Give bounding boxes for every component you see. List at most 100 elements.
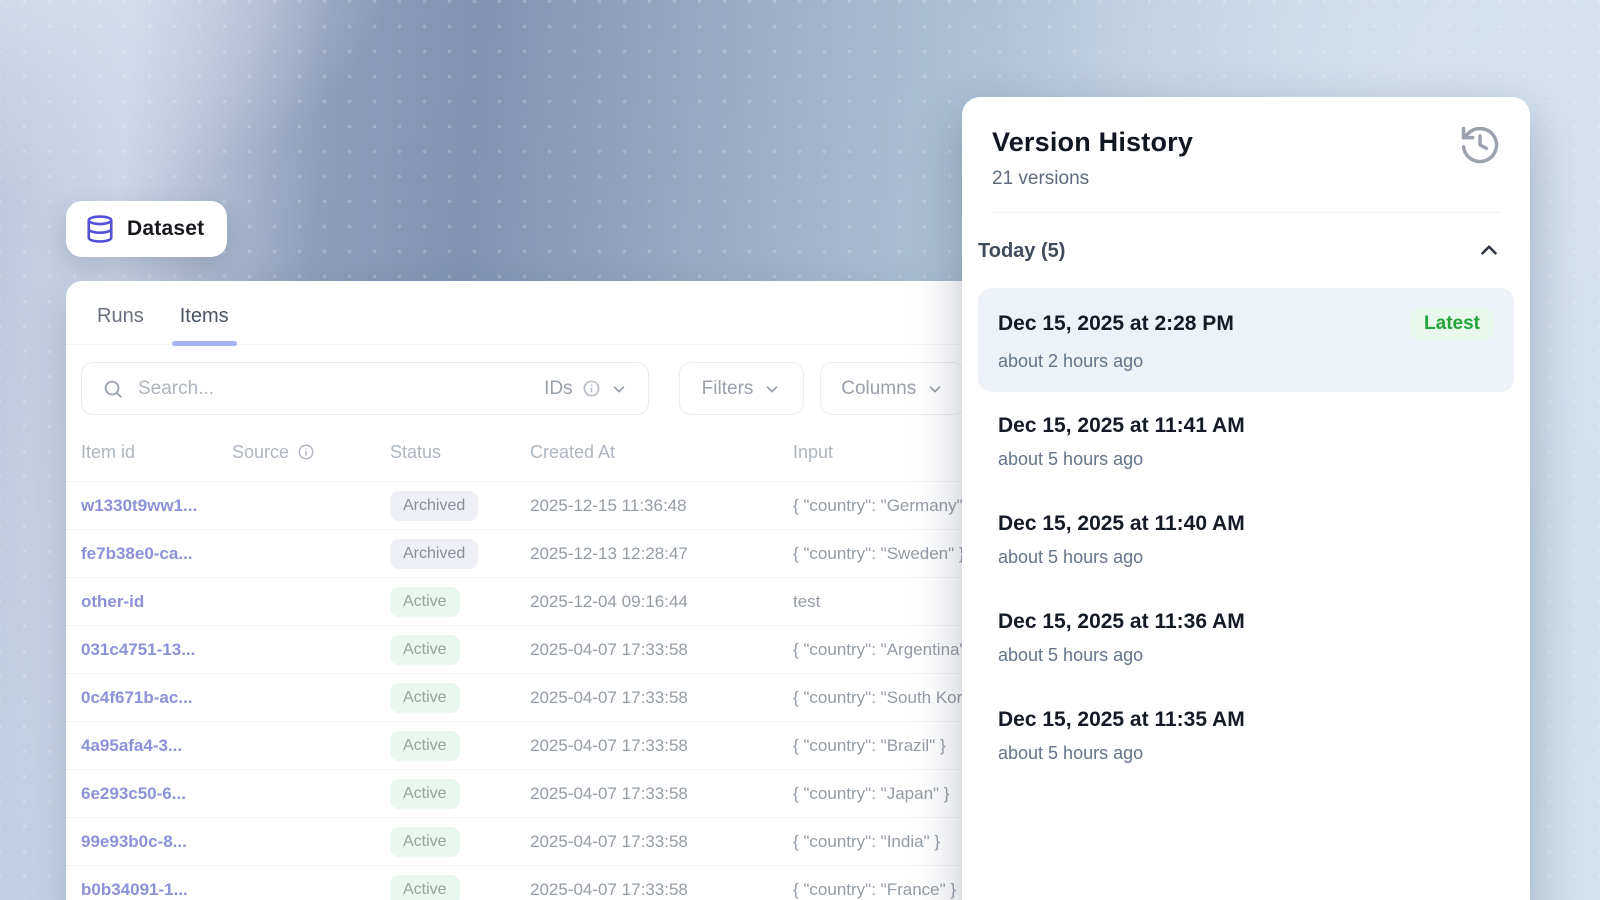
item-id-link[interactable]: fe7b38e0-ca... — [81, 544, 232, 564]
input-cell: { "country": "Japan" } — [793, 784, 980, 804]
table-row: 0c4f671b-ac... Active 2025-04-07 17:33:5… — [66, 673, 980, 721]
tab-bar: Runs Items — [66, 281, 980, 345]
item-id-link[interactable]: other-id — [81, 592, 232, 612]
version-relative-time: about 5 hours ago — [998, 743, 1494, 764]
info-icon — [297, 443, 315, 461]
tab[interactable]: Items — [178, 295, 231, 344]
input-cell: { "country": "France" } — [793, 880, 980, 900]
created-at-cell: 2025-12-04 09:16:44 — [530, 592, 793, 612]
created-at-cell: 2025-04-07 17:33:58 — [530, 736, 793, 756]
status-cell: Active — [390, 731, 530, 761]
version-timestamp: Dec 15, 2025 at 11:36 AM — [998, 610, 1245, 634]
version-group-label: Today (5) — [978, 240, 1065, 263]
column-header-item-id: Item id — [81, 442, 232, 463]
tab[interactable]: Runs — [95, 295, 146, 344]
divider — [992, 212, 1500, 213]
version-timestamp: Dec 15, 2025 at 11:35 AM — [998, 708, 1245, 732]
status-cell: Active — [390, 683, 530, 713]
version-list-item[interactable]: Dec 15, 2025 at 2:28 PM Latest about 2 h… — [978, 288, 1514, 392]
status-badge: Active — [390, 875, 460, 900]
info-icon — [582, 379, 601, 398]
chevron-down-icon — [926, 380, 944, 398]
status-badge: Active — [390, 731, 460, 761]
item-id-link[interactable]: 99e93b0c-8... — [81, 832, 232, 852]
item-id-link[interactable]: 4a95afa4-3... — [81, 736, 232, 756]
version-history-title: Version History — [992, 127, 1500, 158]
created-at-cell: 2025-12-15 11:36:48 — [530, 496, 793, 516]
version-relative-time: about 2 hours ago — [998, 351, 1494, 372]
status-cell: Archived — [390, 491, 530, 521]
version-timestamp: Dec 15, 2025 at 11:40 AM — [998, 512, 1245, 536]
input-cell: { "country": "Germany" } — [793, 496, 980, 516]
input-cell: { "country": "Argentina" } — [793, 640, 980, 660]
version-list-item[interactable]: Dec 15, 2025 at 11:40 AM about 5 hours a… — [978, 492, 1514, 588]
version-list-item[interactable]: Dec 15, 2025 at 11:36 AM about 5 hours a… — [978, 590, 1514, 686]
chevron-down-icon — [610, 380, 628, 398]
version-timestamp: Dec 15, 2025 at 2:28 PM — [998, 312, 1234, 336]
status-badge: Active — [390, 635, 460, 665]
created-at-cell: 2025-04-07 17:33:58 — [530, 880, 793, 900]
input-cell: test — [793, 592, 980, 612]
table-row: other-id Active 2025-12-04 09:16:44 test — [66, 577, 980, 625]
dataset-badge: Dataset — [66, 201, 227, 257]
input-cell: { "country": "Sweden" } — [793, 544, 980, 564]
database-icon — [85, 214, 115, 244]
item-id-link[interactable]: b0b34091-1... — [81, 880, 232, 900]
search-scope-label: IDs — [544, 378, 573, 400]
version-count: 21 versions — [992, 168, 1500, 190]
collapse-group-button[interactable] — [1472, 233, 1506, 270]
version-list-item[interactable]: Dec 15, 2025 at 11:41 AM about 5 hours a… — [978, 394, 1514, 490]
version-history-header: Version History 21 versions — [962, 97, 1530, 213]
history-icon — [1458, 123, 1502, 167]
filters-button[interactable]: Filters — [679, 362, 805, 415]
status-cell: Active — [390, 827, 530, 857]
item-id-link[interactable]: 6e293c50-6... — [81, 784, 232, 804]
item-id-link[interactable]: w1330t9ww1... — [81, 496, 232, 516]
version-relative-time: about 5 hours ago — [998, 547, 1494, 568]
version-relative-time: about 5 hours ago — [998, 645, 1494, 666]
search-scope-dropdown[interactable]: IDs — [544, 378, 628, 400]
table-row: 99e93b0c-8... Active 2025-04-07 17:33:58… — [66, 817, 980, 865]
created-at-cell: 2025-04-07 17:33:58 — [530, 832, 793, 852]
columns-button[interactable]: Columns — [820, 362, 965, 415]
search-input-container: IDs — [81, 362, 649, 415]
version-list: Dec 15, 2025 at 2:28 PM Latest about 2 h… — [962, 270, 1530, 784]
status-badge: Active — [390, 827, 460, 857]
version-history-panel: Version History 21 versions Today (5) — [962, 97, 1530, 900]
version-list-item[interactable]: Dec 15, 2025 at 11:35 AM about 5 hours a… — [978, 688, 1514, 784]
input-cell: { "country": "Brazil" } — [793, 736, 980, 756]
filters-button-label: Filters — [702, 378, 754, 400]
table-row: 4a95afa4-3... Active 2025-04-07 17:33:58… — [66, 721, 980, 769]
column-header-input: Input — [793, 442, 980, 463]
chevron-up-icon — [1476, 237, 1502, 263]
column-header-source: Source — [232, 442, 390, 463]
items-panel: Runs Items IDs — [66, 281, 980, 900]
table-row: 031c4751-13... Active 2025-04-07 17:33:5… — [66, 625, 980, 673]
column-header-status: Status — [390, 442, 530, 463]
app-background: Dataset Runs Items IDs — [0, 0, 1600, 900]
status-cell: Archived — [390, 539, 530, 569]
status-cell: Active — [390, 875, 530, 900]
created-at-cell: 2025-12-13 12:28:47 — [530, 544, 793, 564]
chevron-down-icon — [763, 380, 781, 398]
column-header-created-at: Created At — [530, 442, 793, 463]
created-at-cell: 2025-04-07 17:33:58 — [530, 640, 793, 660]
table-body: w1330t9ww1... Archived 2025-12-15 11:36:… — [66, 481, 980, 900]
item-id-link[interactable]: 031c4751-13... — [81, 640, 232, 660]
status-cell: Active — [390, 779, 530, 809]
status-cell: Active — [390, 635, 530, 665]
status-badge: Archived — [390, 491, 478, 521]
version-relative-time: about 5 hours ago — [998, 449, 1494, 470]
item-id-link[interactable]: 0c4f671b-ac... — [81, 688, 232, 708]
search-input[interactable] — [138, 378, 530, 400]
table-row: 6e293c50-6... Active 2025-04-07 17:33:58… — [66, 769, 980, 817]
status-badge: Active — [390, 779, 460, 809]
status-cell: Active — [390, 587, 530, 617]
input-cell: { "country": "India" } — [793, 832, 980, 852]
status-badge: Archived — [390, 539, 478, 569]
version-timestamp: Dec 15, 2025 at 11:41 AM — [998, 414, 1245, 438]
status-badge: Active — [390, 587, 460, 617]
input-cell: { "country": "South Korea" } — [793, 688, 980, 708]
table-header-row: Item id Source Status Created At Input — [66, 423, 980, 481]
table-row: w1330t9ww1... Archived 2025-12-15 11:36:… — [66, 481, 980, 529]
